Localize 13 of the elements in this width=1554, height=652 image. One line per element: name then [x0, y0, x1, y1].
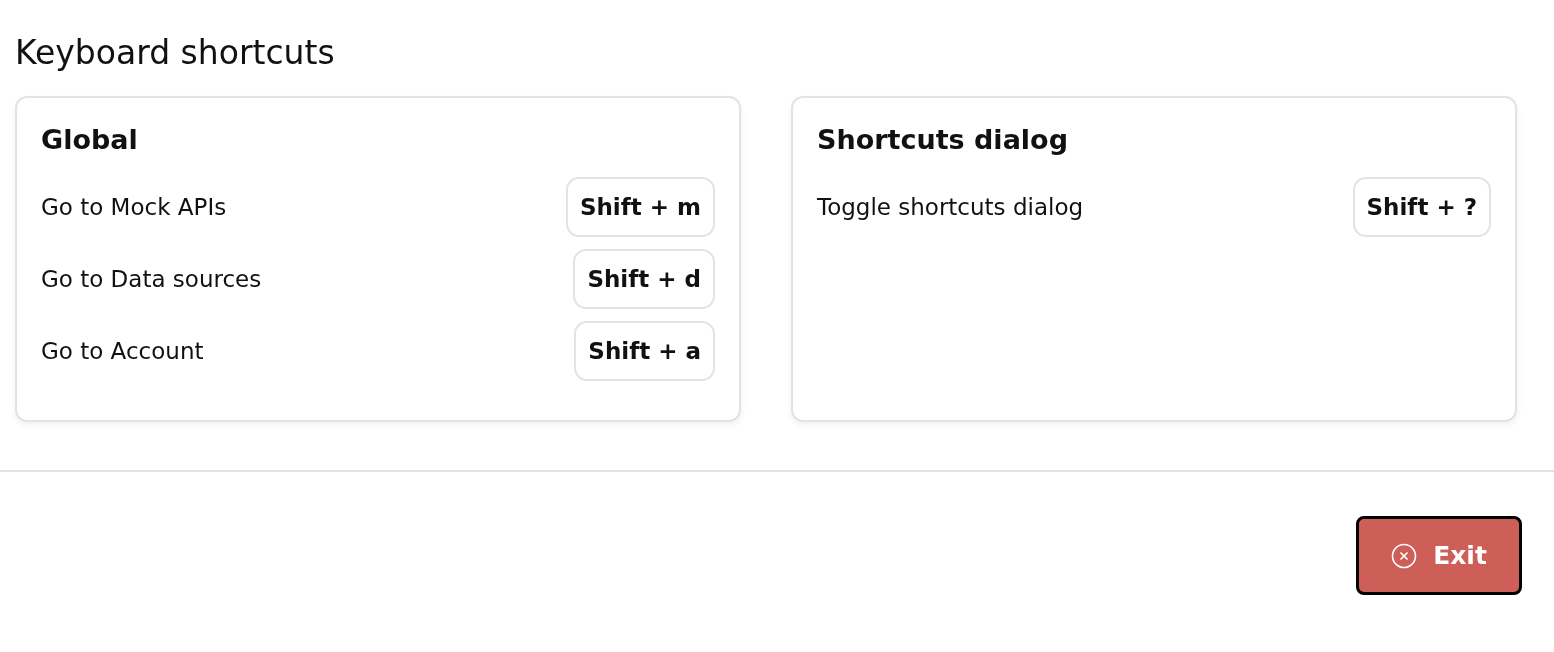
close-circle-icon: [1391, 542, 1418, 569]
key-combo: Shift + ?: [1352, 177, 1491, 237]
key-combo: Shift + d: [573, 249, 715, 309]
section-heading: Shortcuts dialog: [817, 124, 1069, 155]
shortcut-label: Go to Account: [41, 338, 204, 364]
section-heading: Global: [41, 124, 139, 155]
shortcut-label: Go to Data sources: [41, 266, 262, 292]
page-title: Keyboard shortcuts: [15, 32, 336, 74]
key-combo: Shift + a: [574, 321, 715, 381]
shortcut-label: Go to Mock APIs: [41, 194, 227, 220]
key-combo: Shift + m: [565, 177, 715, 237]
exit-button[interactable]: Exit: [1356, 516, 1522, 595]
shortcut-label: Toggle shortcuts dialog: [817, 194, 1084, 220]
